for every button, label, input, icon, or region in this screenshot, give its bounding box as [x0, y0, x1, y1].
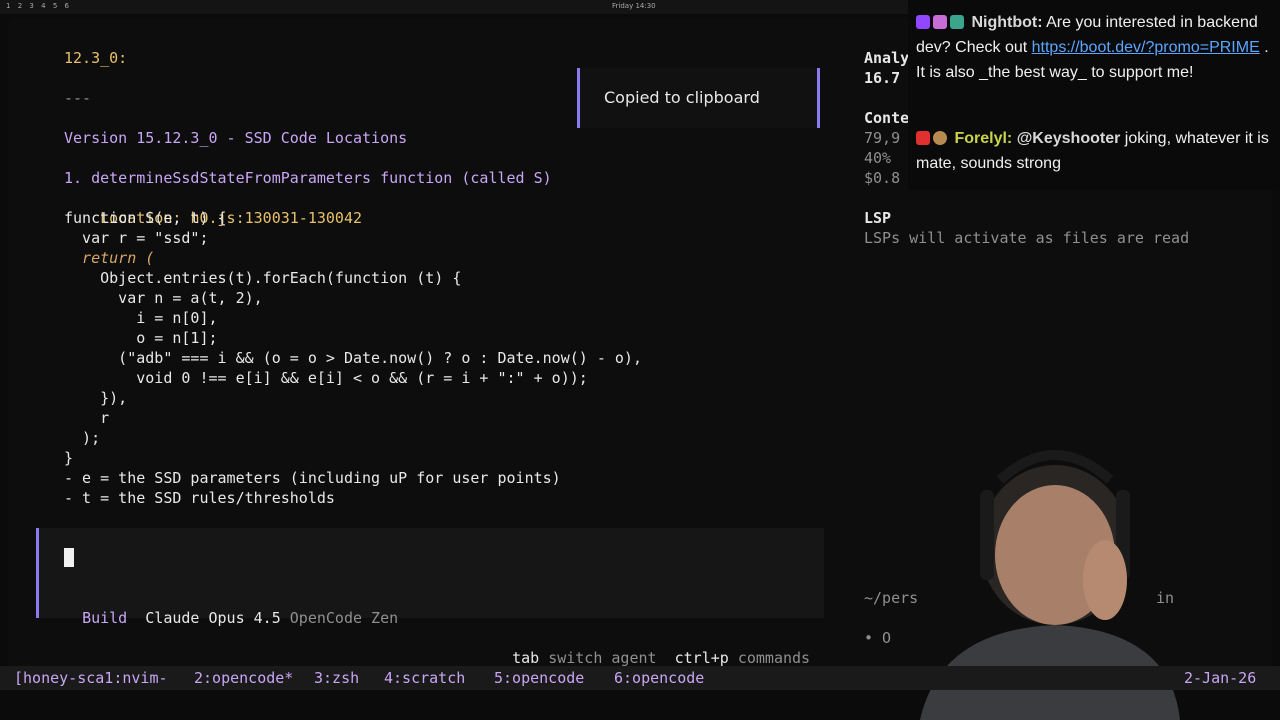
chat-message-1: Nightbot: Are you interested in backend …: [916, 10, 1280, 85]
toast-text: Copied to clipboard: [604, 88, 760, 107]
chat-username: Nightbot:: [971, 14, 1043, 31]
tmux-window-3[interactable]: 3:zsh: [314, 666, 359, 690]
code-line-4: Object.entries(t).forEach(function (t) {: [64, 269, 462, 287]
clipboard-toast: Copied to clipboard: [577, 68, 820, 128]
tmux-window-2[interactable]: 2:opencode*: [194, 666, 293, 690]
tmux-window-4[interactable]: 4:scratch: [384, 666, 465, 690]
agent-mode[interactable]: Build: [82, 609, 127, 627]
chat-link[interactable]: https://boot.dev/?promo=PRIME: [1032, 39, 1260, 56]
code-line-9: void 0 !== e[i] && e[i] < o && (r = i + …: [64, 369, 588, 387]
note-line-2: - t = the SSD rules/thresholds: [64, 489, 335, 507]
code-line-2: var r = "ssd";: [64, 229, 209, 247]
tmux-window-6[interactable]: 6:opencode: [614, 666, 704, 690]
lsp-title: LSP: [864, 209, 892, 227]
text-cursor: [64, 548, 74, 567]
provider-name: OpenCode Zen: [289, 609, 399, 627]
code-line-13: }: [64, 449, 74, 467]
ctrlp-hint: commands: [737, 649, 811, 667]
workspace-5[interactable]: 5: [53, 2, 57, 10]
tab-hint: switch agent: [548, 649, 657, 667]
chat-message-2: Forelyl: @Keyshooter joking, whatever it…: [916, 126, 1280, 176]
workspace-3[interactable]: 3: [29, 2, 33, 10]
ctrlp-key: ctrl+p: [674, 649, 729, 667]
workspace-indicators[interactable]: 1 2 3 4 5 6: [6, 2, 74, 10]
tmux-window-5[interactable]: 5:opencode: [494, 666, 584, 690]
analysis-value: 16.7: [864, 69, 901, 87]
workspace-2[interactable]: 2: [18, 2, 22, 10]
context-percent: 40%: [864, 149, 901, 167]
tmux-session: [honey-sca1:nvim-: [14, 669, 168, 687]
item-title: 1. determineSsdStateFromParameters funct…: [64, 169, 552, 187]
avatar-badge-icon: [933, 131, 947, 145]
code-line-1: function S(e, t) {: [64, 209, 227, 227]
code-line-7: o = n[1];: [64, 329, 218, 347]
chat-mention: @Keyshooter: [1016, 130, 1121, 147]
code-line-3: return (: [64, 249, 155, 267]
code-line-8: ("adb" === i && (o = o > Date.now() ? o …: [64, 349, 642, 367]
separator: ---: [64, 89, 92, 107]
workspace-4[interactable]: 4: [41, 2, 45, 10]
section-title: Version 15.12.3_0 - SSD Code Locations: [64, 129, 408, 147]
workspace-6[interactable]: 6: [65, 2, 69, 10]
twitch-badge-icon: [916, 15, 930, 29]
context-cost: $0.8: [864, 169, 901, 187]
youtube-badge-icon: [916, 131, 930, 145]
analysis-label: Analy: [864, 49, 910, 67]
tmux-statusbar: [honey-sca1:nvim- 2:opencode* 3:zsh 4:sc…: [0, 666, 1280, 690]
heart-badge-icon: [933, 15, 947, 29]
context-tokens: 79,9: [864, 129, 901, 147]
bot-badge-icon: [950, 15, 964, 29]
workspace-1[interactable]: 1: [6, 2, 10, 10]
code-line-12: );: [64, 429, 101, 447]
code-line-11: r: [64, 409, 110, 427]
model-name[interactable]: Claude Opus 4.5: [145, 609, 280, 627]
stream-chat-overlay: Nightbot: Are you interested in backend …: [908, 0, 1280, 190]
keyboard-hints: tab switch agent ctrl+p commands: [494, 628, 810, 668]
tab-key: tab: [512, 649, 540, 667]
code-line-10: }),: [64, 389, 128, 407]
tmux-date: 2-Jan-26: [1184, 669, 1257, 687]
lsp-text: LSPs will activate as files are read: [864, 229, 1190, 247]
chat-username: Forelyl:: [954, 130, 1013, 147]
code-line-5: var n = a(t, 2),: [64, 289, 263, 307]
note-line-1: - e = the SSD parameters (including uP f…: [64, 469, 561, 487]
heading-version: 12.3_0:: [64, 49, 128, 67]
context-label: Conte: [864, 109, 910, 127]
clock: Friday 14:30: [612, 2, 656, 10]
prompt-status: Build Claude Opus 4.5 OpenCode Zen: [64, 588, 398, 628]
code-line-6: i = n[0],: [64, 309, 218, 327]
